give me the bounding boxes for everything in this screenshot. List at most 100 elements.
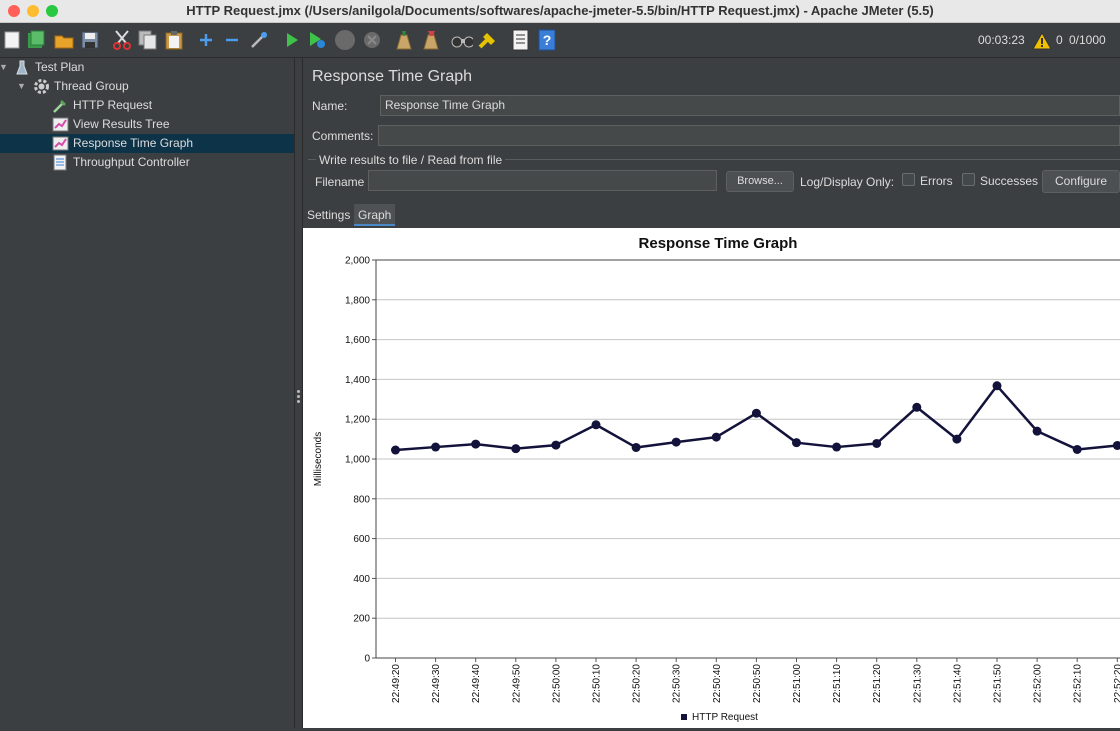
new-icon[interactable] [1,29,23,51]
y-tick-label: 1,800 [345,295,370,306]
x-tick-label: 22:49:20 [391,664,402,703]
templates-icon[interactable] [25,29,47,51]
grip-dot [297,400,300,403]
chart-icon [52,116,69,133]
shutdown-icon[interactable] [361,29,383,51]
y-tick-label: 2,000 [345,256,370,267]
x-tick-label: 22:51:30 [912,664,923,703]
x-tick-label: 22:52:20 [1113,664,1120,703]
configure-button[interactable]: Configure [1042,170,1120,193]
y-tick-label: 1,400 [345,375,370,386]
y-tick-label: 200 [353,614,370,625]
chart-icon [52,135,69,152]
warning-icon[interactable] [1031,30,1053,52]
tab-settings[interactable]: Settings [303,204,354,226]
name-label: Name: [312,99,347,113]
file-section-title: Write results to file / Read from file [316,153,505,167]
x-tick-label: 22:50:10 [592,664,603,703]
collapse-all-icon[interactable] [221,29,243,51]
y-tick-label: 800 [353,494,370,505]
y-tick-label: 1,600 [345,335,370,346]
tree-item-throughput-controller[interactable]: Throughput Controller [0,153,294,172]
data-point [912,403,921,412]
tree-item-test-plan[interactable]: ▼ Test Plan [0,58,294,77]
data-point [632,443,641,452]
x-tick-label: 22:50:20 [632,664,643,703]
x-tick-label: 22:51:20 [872,664,883,703]
tree-item-view-results-tree[interactable]: View Results Tree [0,115,294,134]
x-tick-label: 22:50:00 [551,664,562,703]
open-icon[interactable] [53,29,75,51]
clear-all-icon[interactable] [420,29,442,51]
x-tick-label: 22:49:30 [431,664,442,703]
x-tick-label: 22:50:40 [712,664,723,703]
function-helper-icon[interactable] [509,29,531,51]
clear-icon[interactable] [393,29,415,51]
toolbar: ? 00:03:23 0 0/1000 [0,23,1120,58]
data-point [792,438,801,447]
x-tick-label: 22:51:40 [952,664,963,703]
save-icon[interactable] [79,29,101,51]
elapsed-time: 00:03:23 [978,33,1025,47]
svg-text:?: ? [543,32,552,48]
paste-icon[interactable] [163,29,185,51]
start-icon[interactable] [281,29,303,51]
successes-checkbox[interactable] [962,173,975,186]
search-icon[interactable] [451,29,473,51]
panel-title: Response Time Graph [312,68,472,86]
expand-arrow-icon[interactable]: ▼ [0,58,8,77]
y-tick-label: 1,200 [345,415,370,426]
start-no-pauses-icon[interactable] [306,29,328,51]
data-point [592,420,601,429]
expand-all-icon[interactable] [195,29,217,51]
window-title: HTTP Request.jmx (/Users/anilgola/Docume… [0,3,1120,18]
test-plan-tree[interactable]: ▼ Test Plan ▼ Thread Group HTTP Request … [0,58,295,728]
splitter-handle[interactable] [295,58,303,728]
response-time-chart: Response Time Graph02004006008001,0001,2… [303,228,1120,728]
data-point [391,446,400,455]
flask-icon [16,60,28,75]
errors-checkbox[interactable] [902,173,915,186]
pipette-icon [52,97,69,114]
stop-icon[interactable] [334,29,356,51]
expand-arrow-icon[interactable]: ▼ [17,77,26,96]
response-time-graph-panel: Response Time Graph Name: Response Time … [303,58,1120,728]
reset-search-icon[interactable] [477,29,499,51]
data-point [952,435,961,444]
data-point [1073,445,1082,454]
filename-field[interactable] [368,170,717,191]
tree-item-http-request[interactable]: HTTP Request [0,96,294,115]
tree-item-response-time-graph[interactable]: Response Time Graph [0,134,294,153]
name-field[interactable]: Response Time Graph [380,95,1120,116]
warning-count: 0 [1056,33,1063,47]
x-tick-label: 22:51:10 [832,664,843,703]
filename-label: Filename [315,175,364,189]
window-titlebar: HTTP Request.jmx (/Users/anilgola/Docume… [0,0,1120,23]
x-tick-label: 22:49:50 [511,664,522,703]
y-axis-label: Milliseconds [313,432,324,486]
tab-graph[interactable]: Graph [354,204,395,226]
x-tick-label: 22:51:50 [993,664,1004,703]
toggle-icon[interactable] [248,29,270,51]
legend-label: HTTP Request [692,712,758,723]
log-display-only-label: Log/Display Only: [800,175,894,189]
x-tick-label: 22:50:50 [752,664,763,703]
data-point [993,381,1002,390]
x-tick-label: 22:52:00 [1033,664,1044,703]
successes-label: Successes [980,174,1038,188]
data-point [471,440,480,449]
graph-area: Response Time Graph02004006008001,0001,2… [303,228,1120,728]
comments-label: Comments: [312,129,373,143]
comments-field[interactable] [378,125,1120,146]
y-tick-label: 600 [353,534,370,545]
y-tick-label: 0 [364,654,370,665]
legend-swatch [681,714,687,720]
data-point [672,438,681,447]
cut-icon[interactable] [111,29,133,51]
browse-button[interactable]: Browse... [726,171,794,192]
active-threads: 0/1000 [1069,33,1106,47]
tree-item-thread-group[interactable]: ▼ Thread Group [0,77,294,96]
data-point [872,439,881,448]
copy-icon[interactable] [137,29,159,51]
help-icon[interactable]: ? [536,29,558,51]
